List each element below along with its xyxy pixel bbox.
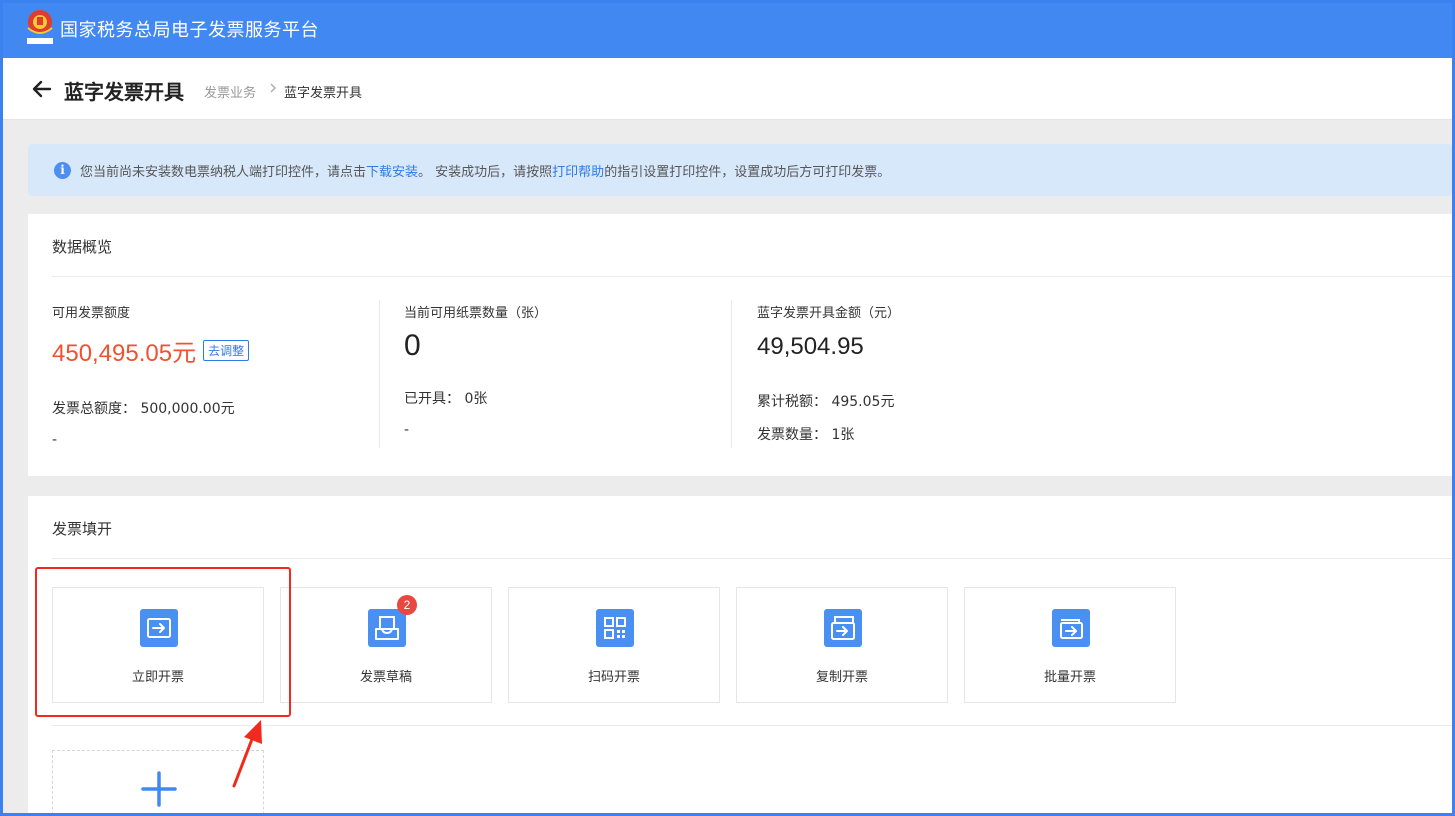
tile-label: 发票草稿 (359, 670, 412, 685)
paper-invoice-value: 0 (404, 329, 421, 362)
data-overview-panel: 数据概览 可用发票额度 450,495.05元 去调整 发票总额度： 500,0… (28, 214, 1452, 476)
plus-icon (141, 771, 177, 807)
annotation-arrow-icon (232, 720, 262, 788)
copy-invoice-icon (824, 609, 862, 647)
tile-label: 批量开票 (1043, 670, 1096, 685)
blue-amount-value: 49,504.95 (757, 333, 864, 360)
info-icon: i (54, 161, 71, 179)
available-quota-label: 可用发票额度 (52, 306, 131, 321)
copy-invoice-tile[interactable]: 复制开票 (736, 587, 948, 703)
breadcrumb-parent[interactable]: 发票业务 (204, 82, 256, 101)
paper-invoice-label: 当前可用纸票数量（张） (404, 306, 548, 321)
paper-invoice-stat: 当前可用纸票数量（张） 0 已开具： 0张 - (404, 302, 547, 438)
divider (379, 300, 380, 448)
top-bar: 国家税务总局电子发票服务平台 (0, 0, 1455, 58)
tile-label: 扫码开票 (587, 670, 640, 685)
invoice-count-label: 发票数量： (757, 427, 827, 443)
print-help-link[interactable]: 打印帮助 (552, 161, 604, 180)
highlight-box (35, 567, 291, 717)
total-quota-value: 500,000.00元 (140, 401, 235, 417)
issued-label: 已开具： (404, 391, 460, 407)
page-title: 蓝字发票开具 (64, 80, 184, 104)
tax-total-value: 495.05元 (831, 394, 895, 410)
divider (731, 300, 732, 448)
draft-tray-icon (368, 609, 406, 647)
total-quota-label: 发票总额度： (52, 401, 136, 417)
paper-extra: - (404, 422, 410, 438)
quota-extra: - (52, 432, 58, 448)
divider (52, 276, 1452, 277)
tax-total-label: 累计税额： (757, 394, 827, 410)
qr-code-icon (596, 609, 634, 647)
divider (52, 558, 1452, 559)
batch-invoice-tile[interactable]: 批量开票 (964, 587, 1176, 703)
available-quota-stat: 可用发票额度 450,495.05元 去调整 发票总额度： 500,000.00… (52, 302, 250, 448)
download-install-link[interactable]: 下载安装 (366, 161, 418, 180)
notice-text-2: 。 安装成功后，请按照 (418, 164, 553, 180)
app-title: 国家税务总局电子发票服务平台 (60, 20, 319, 41)
notice-text-1: 您当前尚未安装数电票纳税人端打印控件，请点击 (80, 164, 367, 180)
print-control-notice: i 您当前尚未安装数电票纳税人端打印控件，请点击 下载安装 。 安装成功后，请按… (28, 144, 1452, 196)
tile-label: 复制开票 (815, 670, 868, 685)
tax-emblem-icon (24, 8, 56, 46)
arrow-left-icon[interactable] (31, 78, 53, 100)
blue-amount-label: 蓝字发票开具金额（元） (757, 306, 901, 321)
draft-count-badge: 2 (397, 595, 417, 615)
scan-invoice-tile[interactable]: 扫码开票 (508, 587, 720, 703)
invoice-count-value: 1张 (831, 427, 855, 443)
fill-title: 发票填开 (52, 520, 113, 538)
breadcrumb-separator-icon (268, 82, 278, 97)
issued-value: 0张 (464, 391, 488, 407)
batch-invoice-icon (1052, 609, 1090, 647)
available-quota-value: 450,495.05元 (52, 340, 197, 367)
breadcrumb-current: 蓝字发票开具 (284, 86, 363, 101)
notice-text-3: 的指引设置打印控件，设置成功后方可打印发票。 (604, 164, 891, 180)
page-header: 蓝字发票开具 发票业务 蓝字发票开具 (3, 58, 1452, 120)
invoice-draft-tile[interactable]: 2 发票草稿 (280, 587, 492, 703)
blue-amount-stat: 蓝字发票开具金额（元） 49,504.95 累计税额： 495.05元 发票数量… (757, 302, 900, 444)
overview-title: 数据概览 (52, 238, 113, 256)
adjust-quota-button[interactable]: 去调整 (203, 340, 250, 361)
